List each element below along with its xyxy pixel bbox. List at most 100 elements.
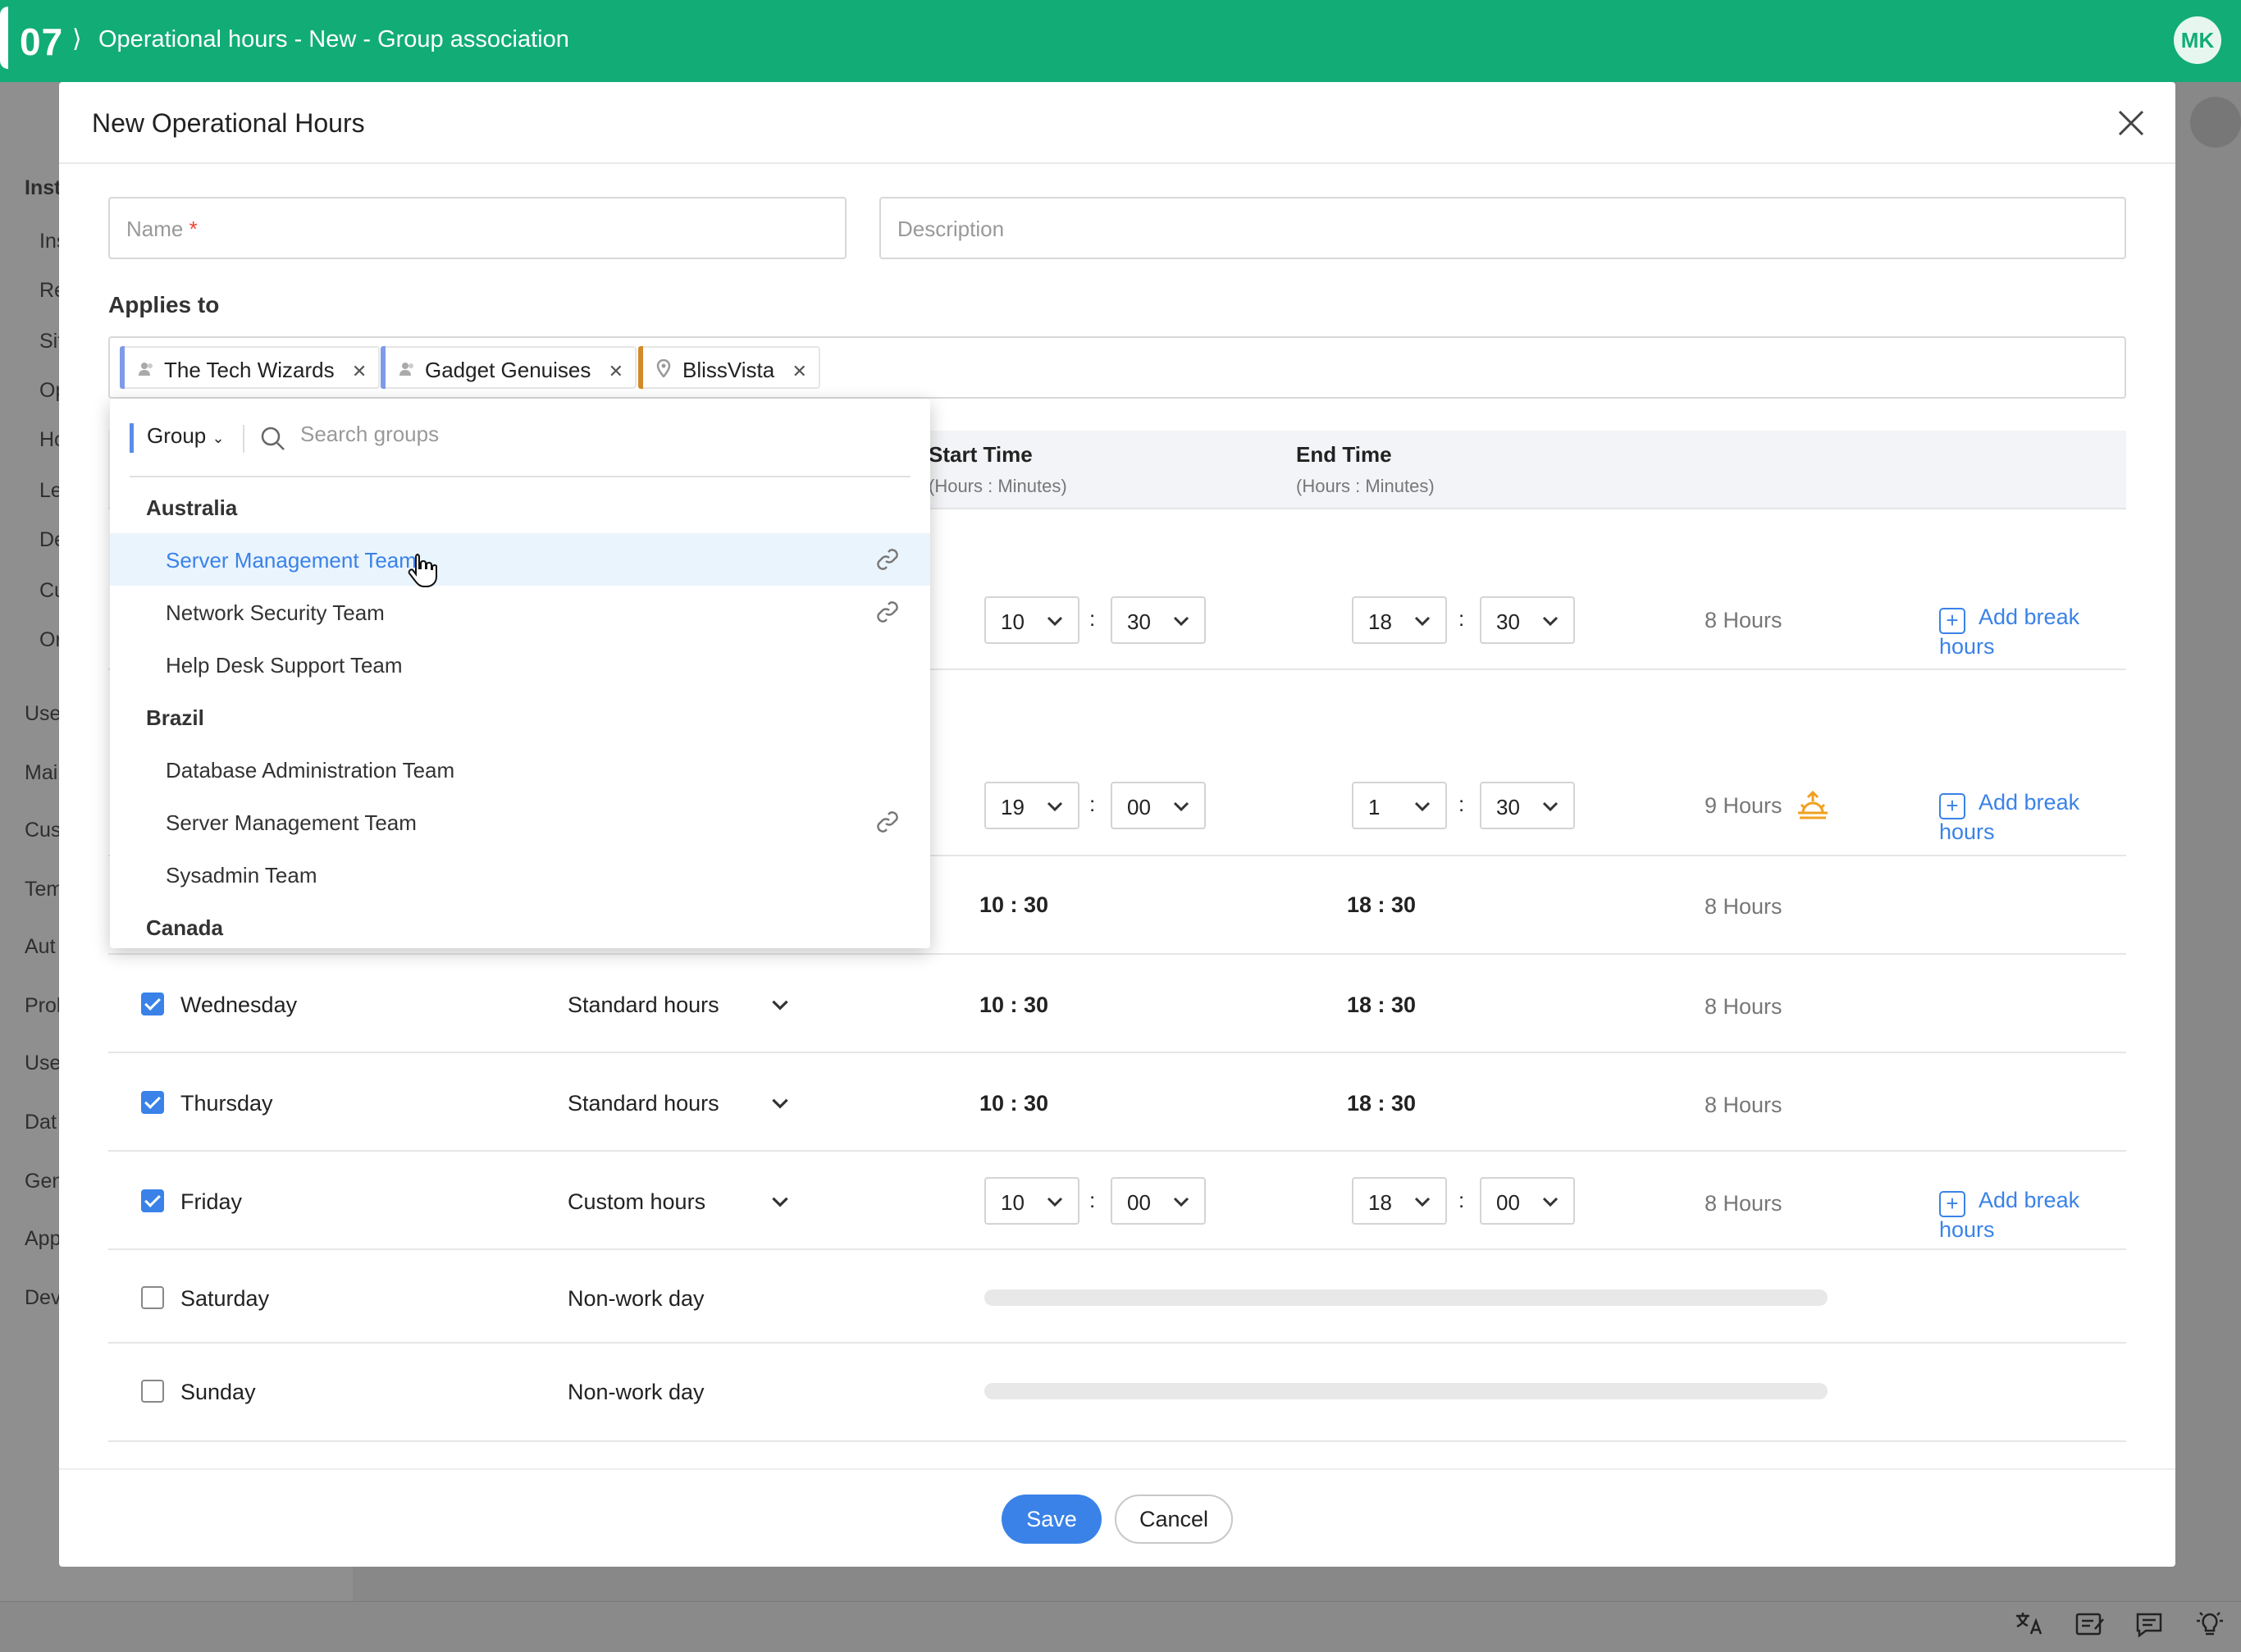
end-time-header: End Time	[1296, 442, 1392, 467]
group-option[interactable]: Sysadmin Team	[110, 848, 930, 901]
group-search-bar: Group ⌄ Search groups	[130, 415, 911, 477]
page-title: Operational hours - New - Group associat…	[98, 26, 569, 52]
group-option[interactable]: Server Management Team	[110, 796, 930, 848]
avatar[interactable]: MK	[2174, 16, 2221, 64]
tag-chip: The Tech Wizards ✕	[120, 346, 381, 389]
group-search-input[interactable]: Search groups	[300, 422, 439, 447]
hours-type-select[interactable]: Standard hours	[568, 993, 719, 1018]
sidebar-item: Aut	[25, 935, 56, 958]
sidebar-item: Gen	[25, 1170, 64, 1193]
day-checkbox[interactable]	[141, 1189, 164, 1212]
hours-type-select[interactable]: Custom hours	[568, 1189, 705, 1215]
remove-tag-icon[interactable]: ✕	[792, 361, 806, 382]
translate-icon[interactable]	[2011, 1609, 2047, 1642]
group-icon	[138, 361, 157, 382]
link-icon	[877, 549, 898, 570]
day-checkbox[interactable]	[141, 1286, 164, 1309]
group-option[interactable]: Server Management Team	[110, 533, 930, 587]
hand-cursor-icon	[408, 554, 437, 587]
chevron-down-icon[interactable]	[768, 1091, 792, 1116]
day-checkbox[interactable]	[141, 1091, 164, 1114]
tag-label: Gadget Genuises	[425, 358, 591, 382]
cancel-button[interactable]: Cancel	[1115, 1495, 1233, 1544]
chat-icon[interactable]	[2131, 1609, 2167, 1642]
night-shift-icon	[1796, 788, 1829, 821]
end-hour-select[interactable]: 18	[1352, 1177, 1447, 1225]
end-minute-select[interactable]: 00	[1480, 1177, 1575, 1225]
end-minute-select[interactable]: 30	[1480, 782, 1575, 829]
country-heading: Canada	[146, 915, 223, 940]
total-hours: 8 Hours	[1705, 1191, 1782, 1216]
group-option[interactable]: Network Security Team	[110, 586, 930, 638]
add-break-hours-button[interactable]: + Add break hours	[1939, 790, 2126, 845]
chevron-right-icon: ⟩	[72, 25, 82, 52]
description-field[interactable]: Description	[879, 197, 2126, 259]
applies-to-field[interactable]: The Tech Wizards ✕ Gadget Genuises ✕ Bli…	[108, 336, 2126, 399]
name-field[interactable]: Name *	[108, 197, 847, 259]
sidebar-item: Inst	[25, 176, 62, 199]
day-checkbox[interactable]	[141, 993, 164, 1015]
sidebar-item: Prol	[25, 994, 62, 1017]
table-row: Thursday Standard hours 10 : 30 18 : 30 …	[108, 1053, 2126, 1152]
link-icon	[877, 811, 898, 833]
location-pin-icon	[656, 358, 676, 382]
total-hours: 9 Hours	[1705, 793, 1782, 818]
end-time: 18 : 30	[1347, 892, 1417, 917]
tag-label: BlissVista	[682, 358, 775, 382]
description-placeholder: Description	[897, 217, 1005, 241]
required-marker: *	[189, 217, 198, 241]
add-break-hours-button[interactable]: + Add break hours	[1939, 1188, 2126, 1243]
start-minute-select[interactable]: 30	[1111, 596, 1206, 644]
add-break-hours-button[interactable]: + Add break hours	[1939, 605, 2126, 659]
dialog-header: New Operational Hours	[59, 82, 2175, 164]
remove-tag-icon[interactable]: ✕	[609, 361, 623, 382]
table-row: Wednesday Standard hours 10 : 30 18 : 30…	[108, 955, 2126, 1053]
tag-chip: Gadget Genuises ✕	[381, 346, 637, 389]
start-minute-select[interactable]: 00	[1111, 782, 1206, 829]
hours-type-label: Non-work day	[568, 1286, 705, 1311]
top-bar: 07 ⟩ Operational hours - New - Group ass…	[0, 0, 2241, 82]
chevron-down-icon[interactable]	[768, 993, 792, 1017]
start-time: 10 : 30	[979, 892, 1049, 917]
group-option[interactable]: Help Desk Support Team	[110, 638, 930, 691]
notes-icon[interactable]	[2072, 1609, 2108, 1642]
start-time-subheader: (Hours : Minutes)	[929, 476, 1067, 496]
day-checkbox[interactable]	[141, 1380, 164, 1403]
lightbulb-icon[interactable]	[2192, 1609, 2228, 1642]
disabled-time-bar	[984, 1383, 1828, 1399]
end-hour-select[interactable]: 1	[1352, 782, 1447, 829]
start-minute-select[interactable]: 00	[1111, 1177, 1206, 1225]
table-row: Friday Custom hours 10 : 00 18 : 00 8 Ho…	[108, 1152, 2126, 1250]
dialog-title: New Operational Hours	[92, 108, 365, 138]
status-bar	[0, 1601, 2241, 1652]
total-hours: 8 Hours	[1705, 894, 1782, 919]
step-number: 07	[20, 21, 64, 63]
start-hour-select[interactable]: 10	[984, 596, 1079, 644]
start-hour-select[interactable]: 19	[984, 782, 1079, 829]
tag-chip: BlissVista ✕	[638, 346, 820, 389]
start-hour-select[interactable]: 10	[984, 1177, 1079, 1225]
sidebar-item: App	[25, 1227, 62, 1250]
background-avatar	[2190, 97, 2241, 148]
end-hour-select[interactable]: 18	[1352, 596, 1447, 644]
close-icon[interactable]	[2111, 103, 2151, 143]
group-dropdown: Group ⌄ Search groups Australia Server M…	[110, 399, 930, 948]
sidebar-item: Dev	[25, 1286, 62, 1309]
day-label: Friday	[180, 1189, 243, 1214]
chevron-down-icon: ⌄	[212, 430, 225, 446]
sidebar-item: Use	[25, 1052, 62, 1075]
country-heading: Australia	[146, 495, 238, 520]
group-filter-select[interactable]: Group ⌄	[130, 423, 225, 453]
hours-type-label: Non-work day	[568, 1380, 705, 1404]
group-icon	[399, 361, 418, 382]
save-button[interactable]: Save	[1002, 1495, 1102, 1544]
applies-to-label: Applies to	[108, 292, 220, 317]
hours-type-select[interactable]: Standard hours	[568, 1091, 719, 1116]
sidebar-item: Dat	[25, 1111, 57, 1134]
chevron-down-icon[interactable]	[768, 1189, 792, 1214]
remove-tag-icon[interactable]: ✕	[352, 361, 367, 382]
end-minute-select[interactable]: 30	[1480, 596, 1575, 644]
end-time: 18 : 30	[1347, 993, 1417, 1017]
group-option[interactable]: Database Administration Team	[110, 743, 930, 796]
search-icon	[261, 427, 285, 450]
